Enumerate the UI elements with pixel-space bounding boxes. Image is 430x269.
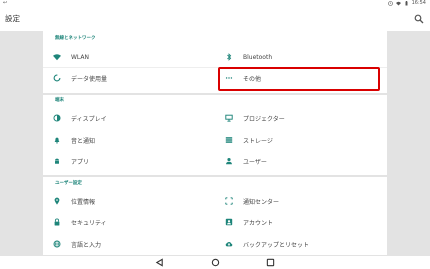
settings-item-apps[interactable]: アプリ [43, 151, 213, 171]
section-header-personal: ユーザー設定 [55, 181, 82, 186]
brightness-icon [53, 114, 61, 122]
settings-item-label: ストレージ [243, 137, 273, 145]
device-section: 端末 ディスプレイ プロジェクター 音と通知 ストレージ アプリ ユーザー [43, 95, 387, 175]
settings-item-label: ユーザー [243, 158, 267, 166]
settings-item-label: プロジェクター [243, 115, 285, 123]
settings-item-label: 音と通知 [71, 137, 96, 145]
settings-item-label: アプリ [71, 158, 90, 166]
highlight-box [218, 67, 380, 91]
bluetooth-icon [225, 53, 233, 61]
app-bar: 設定 [0, 7, 430, 31]
notification-center-icon [225, 197, 233, 205]
status-bar: ↩︎ 16:54 [0, 0, 430, 7]
status-right: 16:54 [387, 0, 426, 7]
settings-item-security[interactable]: セキュリティ [43, 212, 213, 232]
settings-item-users[interactable]: ユーザー [215, 151, 385, 171]
settings-item-label: 位置情報 [71, 198, 96, 206]
battery-icon [405, 1, 408, 6]
settings-item-data-usage[interactable]: データ使用量 [43, 68, 213, 88]
personal-section: ユーザー設定 位置情報 通知センター セキュリティ アカウント 言語と入力 バッ… [43, 177, 387, 255]
settings-item-label: アカウント [243, 219, 274, 227]
data-usage-icon [53, 74, 61, 82]
settings-item-language[interactable]: 言語と入力 [43, 234, 213, 254]
search-icon[interactable] [414, 14, 424, 24]
settings-item-backup[interactable]: バックアップとリセット [215, 234, 385, 254]
back-icon[interactable] [155, 258, 164, 267]
settings-item-projector[interactable]: プロジェクター [215, 108, 385, 128]
settings-item-accounts[interactable]: アカウント [215, 212, 385, 232]
android-icon [53, 157, 61, 165]
settings-item-wlan[interactable]: WLAN [43, 47, 213, 67]
page-title: 設定 [5, 14, 20, 23]
recents-icon[interactable] [266, 258, 275, 267]
settings-item-label: バックアップとリセット [243, 241, 310, 249]
location-pin-icon [53, 197, 61, 205]
settings-item-notification-center[interactable]: 通知センター [215, 191, 385, 211]
wifi-icon [53, 53, 61, 61]
cloud-upload-icon [225, 240, 233, 248]
settings-item-label: データ使用量 [71, 75, 108, 83]
settings-item-label: セキュリティ [71, 219, 107, 227]
wifi-status-icon [395, 1, 401, 6]
status-left-glyph: ↩︎ [3, 0, 8, 6]
home-icon[interactable] [211, 258, 220, 267]
settings-item-bluetooth[interactable]: Bluetooth [215, 47, 385, 67]
status-time: 16:54 [411, 0, 426, 6]
settings-item-storage[interactable]: ストレージ [215, 130, 385, 150]
projector-icon [225, 114, 233, 122]
settings-item-label: WLAN [71, 53, 90, 61]
settings-item-label: Bluetooth [243, 53, 273, 61]
settings-item-label: 通知センター [243, 198, 280, 206]
lock-icon [53, 218, 61, 226]
person-icon [225, 157, 233, 165]
storage-icon [225, 136, 233, 144]
section-header-wireless: 無線とネットワーク [55, 36, 96, 41]
section-header-device: 端末 [55, 98, 64, 103]
alarm-icon [387, 1, 393, 6]
settings-item-label: ディスプレイ [71, 115, 107, 123]
settings-item-display[interactable]: ディスプレイ [43, 108, 213, 128]
account-box-icon [225, 218, 233, 226]
settings-item-location[interactable]: 位置情報 [43, 191, 213, 211]
globe-icon [53, 240, 61, 248]
settings-item-sound[interactable]: 音と通知 [43, 130, 213, 150]
bell-icon [53, 136, 61, 144]
navigation-bar [0, 256, 430, 269]
settings-item-label: 言語と入力 [71, 241, 102, 249]
